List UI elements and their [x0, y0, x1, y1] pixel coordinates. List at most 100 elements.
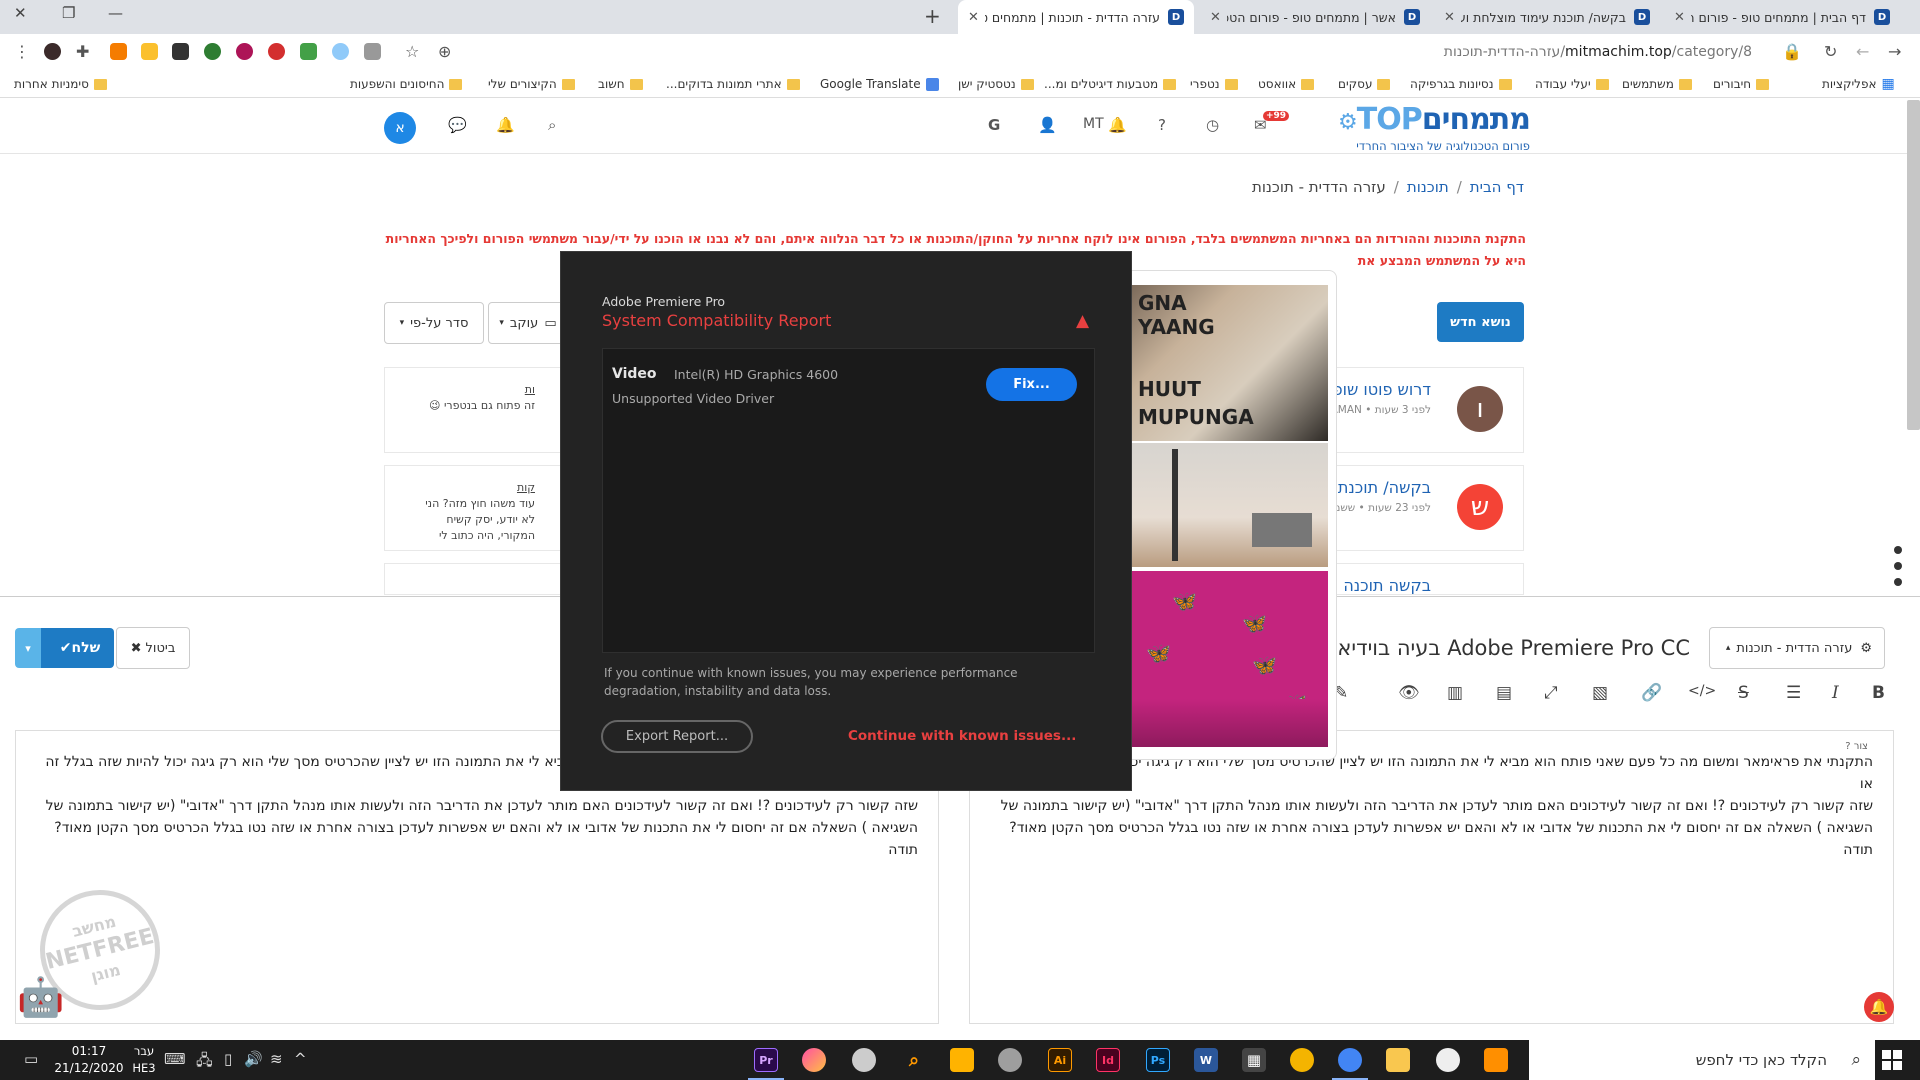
link-icon[interactable]: 🔗: [1641, 683, 1662, 703]
topic-last-post[interactable]: קות עוד משהו חוץ מזה? הני לא יודע, יסק ק…: [415, 480, 535, 544]
user-icon[interactable]: 👤: [1038, 116, 1057, 134]
extension-pin-icon[interactable]: [236, 43, 253, 60]
bold-icon[interactable]: B: [1872, 683, 1885, 703]
extension-card-icon[interactable]: [364, 43, 381, 60]
bookmark-folder[interactable]: הקיצורים שלי: [488, 70, 575, 98]
bookmark-folder[interactable]: נטפרי: [1190, 70, 1238, 98]
chrome-menu-icon[interactable]: ⋮: [14, 42, 30, 61]
extension-calendar-icon[interactable]: [172, 43, 189, 60]
code-icon[interactable]: </>: [1688, 683, 1716, 699]
bookmark-google-translate[interactable]: Google Translate: [820, 70, 939, 98]
restore-window-icon[interactable]: ❐: [62, 4, 75, 22]
extension-stop-icon[interactable]: [268, 43, 285, 60]
watch-button[interactable]: ▭ עוקב ▾: [488, 302, 568, 344]
send-button[interactable]: ✔ שלח: [41, 628, 114, 668]
topic-avatar[interactable]: ש: [1457, 484, 1503, 530]
bookmark-apps[interactable]: ▦ אפליקציות: [1822, 70, 1895, 98]
extension-yellow-icon[interactable]: [141, 43, 158, 60]
close-tab-icon[interactable]: ✕: [968, 10, 979, 25]
taskbar-search-input[interactable]: ⌕ הקלד כאן כדי לחפש: [1529, 1040, 1875, 1080]
volume-icon[interactable]: 🔊: [244, 1050, 263, 1068]
list-icon[interactable]: ☰: [1786, 683, 1801, 703]
bookmark-folder[interactable]: משתמשים: [1622, 70, 1692, 98]
tab-approve[interactable]: D אשר | מתמחים טופ - פורום הטכ ✕: [1200, 0, 1430, 34]
close-window-icon[interactable]: ✕: [14, 4, 27, 22]
lock-icon[interactable]: 🔒: [1782, 42, 1802, 61]
search-app-icon[interactable]: ⌕: [902, 1048, 926, 1072]
preview-image-butterflies[interactable]: 🦋 🦋 🦋 🦋 🦋: [1132, 571, 1328, 747]
topic-avatar[interactable]: ו: [1457, 386, 1503, 432]
bookmark-folder[interactable]: חיבורים: [1713, 70, 1770, 98]
clock[interactable]: 01:17 21/12/2020: [54, 1043, 124, 1077]
topic-avatar-logo-icon[interactable]: ✈: [1457, 582, 1503, 594]
new-topic-button[interactable]: נושא חדש: [1437, 302, 1524, 342]
continue-button[interactable]: Continue with known issues...: [848, 728, 1076, 744]
chrome-icon[interactable]: [1338, 1048, 1362, 1072]
tab-home[interactable]: D דף הבית | מתמחים טופ - פורום ה ✕: [1664, 0, 1900, 34]
extension-swirl-icon[interactable]: [332, 43, 349, 60]
bookmark-star-icon[interactable]: ☆: [405, 42, 419, 61]
close-tab-icon[interactable]: ✕: [1674, 10, 1685, 25]
tab-layout-request[interactable]: D בקשה/ תוכנת עימוד מוצלחת ועדי ✕: [1434, 0, 1660, 34]
usb-icon[interactable]: ▯: [224, 1050, 232, 1068]
bookmark-folder[interactable]: עסקים: [1338, 70, 1391, 98]
bookmark-folder[interactable]: נטסטיק ישן: [958, 70, 1034, 98]
notifications-bell-icon[interactable]: 🔔: [496, 116, 515, 134]
page-scrollbar-thumb[interactable]: [1907, 100, 1920, 430]
illustrator-app-icon[interactable]: Ai: [1048, 1048, 1072, 1072]
preview-eye-icon[interactable]: 👁: [1398, 683, 1420, 703]
search-icon[interactable]: ⌕: [548, 116, 556, 134]
tab-mutual-help-software[interactable]: D עזרה הדדית - תוכנות | מתמחים ט ✕: [958, 0, 1194, 34]
minimize-window-icon[interactable]: —: [108, 4, 123, 22]
address-bar[interactable]: mitmachim.top/category/8/עזרה-הדדית-תוכנ…: [432, 38, 1792, 66]
image-icon[interactable]: ▧: [1592, 683, 1608, 703]
bookmark-folder[interactable]: אתרי תמונות בדוקים...: [666, 70, 800, 98]
calculator-icon[interactable]: ▦: [1242, 1048, 1266, 1072]
topic-last-post[interactable]: ות זה פתוח גם בנטפרי 😉: [415, 382, 535, 414]
close-tab-icon[interactable]: ✕: [1444, 10, 1455, 25]
strikethrough-icon[interactable]: S: [1738, 683, 1749, 703]
topic-title[interactable]: בקשה/ תוכנת: [1338, 478, 1431, 497]
bookmark-folder[interactable]: נסיונות בגרפיקה: [1410, 70, 1512, 98]
network-icon[interactable]: 🖧: [196, 1050, 213, 1075]
new-tab-icon[interactable]: +: [924, 4, 941, 28]
app-owl-icon[interactable]: [852, 1048, 876, 1072]
bookmark-other[interactable]: סימניות אחרות: [14, 70, 107, 98]
back-icon[interactable]: →: [1888, 42, 1901, 61]
contact-card-icon[interactable]: ▤: [1496, 683, 1512, 703]
bookmark-folder[interactable]: החיסונים והשפעות: [350, 70, 463, 98]
premiere-pro-app-icon[interactable]: Pr: [754, 1048, 778, 1072]
show-hidden-icons-icon[interactable]: ^: [294, 1050, 307, 1068]
breadcrumb-category[interactable]: תוכנות: [1407, 178, 1449, 196]
send-options-caret-icon[interactable]: ▾: [15, 628, 41, 668]
app-circle-icon[interactable]: [1436, 1048, 1460, 1072]
extensions-icon[interactable]: ✚: [76, 42, 89, 61]
category-selector[interactable]: ⚙ עזרה הדדית - תוכנות ▴: [1709, 627, 1885, 669]
extension-orange-icon[interactable]: [110, 43, 127, 60]
close-tab-icon[interactable]: ✕: [1210, 10, 1221, 25]
site-logo[interactable]: מתמחיםTOP⚙ פורום הטכנולוגיה של הציבור הח…: [1290, 104, 1531, 154]
reload-icon[interactable]: ↻: [1824, 42, 1837, 61]
topic-title[interactable]: דרוש פוטו שופ: [1333, 380, 1431, 399]
help-icon[interactable]: ?: [1158, 116, 1166, 134]
preview-image-portrait[interactable]: GNA YAANG HUUT MUPUNGA: [1132, 285, 1328, 441]
discard-button[interactable]: ✖ ביטול: [116, 627, 190, 669]
chrome-canary-icon[interactable]: [1290, 1048, 1314, 1072]
file-explorer-icon[interactable]: [1386, 1048, 1410, 1072]
sort-button[interactable]: סדר על-פי ▾: [384, 302, 484, 344]
inbox-icon[interactable]: ✉: [1254, 116, 1267, 134]
user-initials[interactable]: MT: [1083, 116, 1104, 132]
profile-avatar-icon[interactable]: [44, 43, 61, 60]
assistant-robot-icon[interactable]: 🤖: [17, 975, 64, 1021]
keyboard-icon[interactable]: ⌨: [164, 1050, 186, 1068]
google-icon[interactable]: G: [988, 116, 1000, 134]
photoshop-app-icon[interactable]: Ps: [1146, 1048, 1170, 1072]
preview-image-street[interactable]: [1132, 443, 1328, 567]
chat-icon[interactable]: 💬: [448, 116, 467, 134]
language-indicator[interactable]: עבר HE3: [129, 1043, 159, 1077]
avatar[interactable]: א: [384, 112, 416, 144]
export-report-button[interactable]: Export Report...: [601, 720, 753, 753]
wifi-icon[interactable]: ≋: [270, 1050, 283, 1068]
extension-shield-icon[interactable]: [300, 43, 317, 60]
italic-icon[interactable]: I: [1832, 683, 1839, 703]
